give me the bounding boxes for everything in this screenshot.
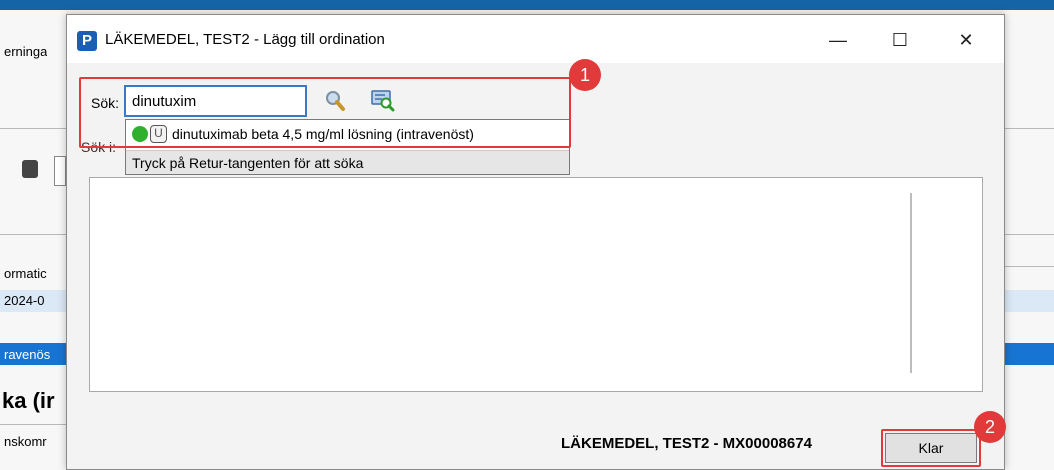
divider [0, 424, 66, 425]
divider [1005, 234, 1054, 235]
annotation-badge-2: 2 [974, 411, 1006, 443]
background-app-right [1005, 10, 1054, 470]
bg-row-highlight[interactable] [1005, 343, 1054, 365]
close-button[interactable]: ✕ [943, 25, 989, 55]
patient-id: LÄKEMEDEL, TEST2 - MX00008674 [561, 435, 812, 452]
results-list[interactable] [89, 177, 983, 392]
bg-field[interactable] [54, 156, 66, 186]
bg-text-3: 2024-0 [4, 293, 45, 308]
maximize-button[interactable]: ☐ [877, 25, 923, 55]
bg-text-5: nskomr [4, 434, 47, 449]
bg-text-1: erninga [4, 44, 48, 59]
annotation-badge-1: 1 [569, 59, 601, 91]
dialog-titlebar[interactable]: P LÄKEMEDEL, TEST2 - Lägg till ordinatio… [67, 15, 1004, 63]
app-icon: P [77, 31, 97, 51]
divider [1005, 266, 1054, 267]
background-app-left: erninga ormatic 2024-0 ravenös ka (ir ns… [0, 10, 66, 470]
bg-row-selected[interactable] [1005, 290, 1054, 312]
annotation-box-1 [79, 77, 571, 148]
bg-heading: ka (ir [2, 388, 55, 413]
add-prescription-dialog: P LÄKEMEDEL, TEST2 - Lägg till ordinatio… [66, 14, 1006, 470]
printer-icon[interactable] [22, 160, 38, 178]
bg-text-4: ravenös [4, 347, 51, 362]
suggestion-hint: Tryck på Retur-tangenten för att söka [126, 150, 569, 174]
dialog-title: LÄKEMEDEL, TEST2 - Lägg till ordination [105, 31, 385, 48]
divider [0, 234, 66, 235]
bg-text-2: ormatic [4, 266, 47, 281]
background-app-titlebar [0, 0, 1054, 10]
annotation-box-2 [881, 429, 981, 467]
divider [1005, 128, 1054, 129]
results-scrollbar[interactable] [910, 193, 912, 373]
minimize-button[interactable]: — [815, 25, 861, 55]
divider [0, 128, 66, 129]
